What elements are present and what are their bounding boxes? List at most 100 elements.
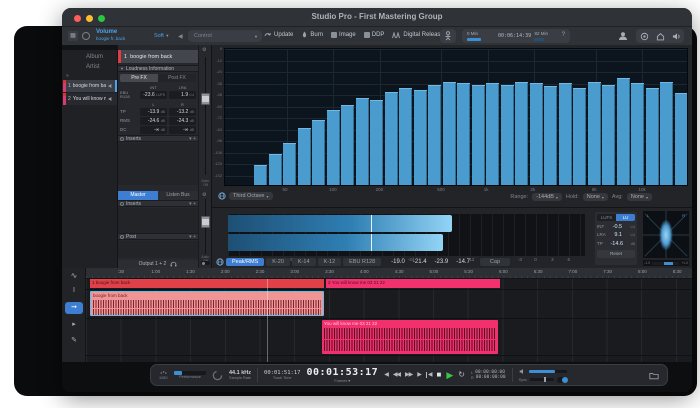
tab-pre-fx[interactable]: Pre FX [120,74,158,82]
time-ruler[interactable]: :301:001:302:002:303:003:304:004:305:005… [86,268,692,279]
gear-icon[interactable]: ⚙ [202,192,206,198]
autoscroll-button[interactable]: ➞ [65,302,83,314]
previous-button[interactable]: ◀ [384,372,388,378]
tab-k14[interactable]: K-14 [292,258,316,266]
int-column-label: INT [140,85,167,90]
tab-peak-rms[interactable]: Peak/RMS [226,258,264,266]
master-inserts-empty[interactable] [118,208,198,233]
song-marker-1[interactable]: 1 boogie from back [90,279,324,288]
cursor-tool[interactable]: ▸ [62,320,86,328]
home-icon[interactable] [656,32,665,41]
spectrum-bar [588,82,601,186]
stop-button[interactable]: ■ [437,371,442,379]
inspector-track-header[interactable]: 1 boogie from back [118,50,198,63]
sphere-icon[interactable] [640,32,649,41]
spectrum-db-tick: -48 [212,92,222,97]
cap-button[interactable]: Cap [480,258,510,266]
tab-k20[interactable]: K-20 [266,258,290,266]
listen-speaker-button[interactable] [440,29,456,43]
tab-ebu-r128[interactable]: EBU R128 [343,258,381,266]
playhead[interactable] [267,279,268,362]
collapse-left-icon[interactable]: ◀ [178,33,183,40]
album-label[interactable]: Album [86,54,103,60]
ruler-tick: 3:30 [325,269,334,274]
hold-dropdown[interactable]: None ▾ [583,193,608,201]
monitor-source-icon[interactable] [218,192,226,200]
update-button[interactable]: Update [264,31,293,39]
volume-fader[interactable] [201,93,210,105]
automation-mode[interactable]: Auto: Off [199,179,212,187]
time-format-dropdown[interactable]: Frames ▾ [306,378,378,383]
channel-mode-select[interactable]: Soft ▼ [154,33,169,39]
user-icon[interactable] [618,31,628,41]
audio-clip-1[interactable]: boogie from back [90,291,324,316]
track-time-display[interactable]: 00:01:51:17 Track Time [264,370,300,380]
monitor-source-icon[interactable] [216,258,224,266]
split-tool[interactable]: I [62,287,86,294]
song-list-item-2[interactable]: 2 You will know me 03 21 22 [63,93,117,105]
spectrum-bar [573,88,586,185]
knob-icon[interactable] [82,32,90,40]
tab-master[interactable]: Master [118,191,158,200]
sample-rate-display[interactable]: 44.1 kHz Sample Rate [229,370,251,380]
loop-button[interactable]: ↻ [458,371,465,379]
channel-subname[interactable]: boogie fr..back [96,36,125,41]
lufs-toggle[interactable]: LUFS [597,214,616,221]
fast-forward-button[interactable]: ▶▶ [405,372,412,378]
remaining-time: 82 Min [534,31,548,36]
volume-slider[interactable] [529,370,567,373]
audio-device-icon[interactable] [672,32,681,41]
mono-toggle[interactable] [201,261,210,265]
spectrum-mode-dropdown[interactable]: Third Octave ▾ [229,192,273,200]
tab-post-fx[interactable]: Post FX [158,74,196,82]
avg-dropdown[interactable]: None ▾ [627,193,652,201]
arrangement-timeline: ∿ I ➞ ▸ ✎ :301:001:302:002:303:003:304:0… [62,268,692,362]
return-to-start-button[interactable]: ◀ [426,372,432,378]
song-marker-2[interactable]: 2 You will know me 03 21 22 [326,279,500,288]
hold-label: Hold: [566,194,579,200]
loop-range-display[interactable]: L00:00:00:00 R00:00:00:00 [471,370,506,380]
performance-indicator[interactable]: Performance [174,371,206,379]
loudness-section-header[interactable]: ▼Loudness Information [118,65,198,72]
help-button[interactable]: ? [562,32,565,38]
tab-listen-bus[interactable]: Listen Bus [158,191,198,200]
pencil-tool[interactable]: ✎ [62,336,86,344]
channel-name[interactable]: Volume [96,29,125,36]
range-dropdown[interactable]: -144dB ▾ [532,193,562,201]
speaker-icon[interactable] [108,96,114,102]
main-time-display[interactable]: 00:01:53:17 Frames ▾ [306,367,378,383]
post-section-header[interactable]: Post ▾ + [118,233,198,240]
rewind-button[interactable]: ◀◀ [393,372,400,378]
sync-toggle[interactable] [557,377,568,383]
sync-slider[interactable] [530,378,554,381]
inserts-section-header[interactable]: Inserts ▾ + [118,135,198,142]
reset-button[interactable]: Reset [597,250,635,258]
image-button[interactable]: Image [331,32,356,38]
master-volume-fader[interactable] [201,216,210,228]
inserts-empty-area[interactable] [118,143,198,185]
range-tool[interactable]: ∿ [62,271,86,280]
tab-k12[interactable]: K-12 [318,258,342,266]
audio-clip-2[interactable]: You will know me 03 21 22 [322,320,498,354]
output-row[interactable]: Output 1 + 2 [118,260,198,268]
meter-value-3: -23.9 [435,259,449,265]
post-empty-area[interactable] [118,241,198,258]
control-link-dropdown[interactable]: Control ▼ [188,30,262,42]
master-inserts-header[interactable]: Inserts ▾ + [118,200,198,207]
expander-icon[interactable]: » [66,73,69,79]
next-button[interactable]: ▶ [417,372,421,378]
remaining-progress-bar [534,38,544,41]
artist-label[interactable]: Artist [86,64,100,70]
burn-icon [301,31,308,39]
dc-row: DC -∞ dB -∞ dB [120,126,196,134]
burn-button[interactable]: Burn [301,31,323,39]
speaker-icon[interactable] [108,83,114,89]
ddp-button[interactable]: DDP [364,32,385,38]
song-list-item-1[interactable]: 1 boogie from back [63,80,117,92]
play-button[interactable]: ▶ [446,371,453,380]
folder-icon[interactable] [649,371,659,380]
digital-release-button[interactable]: Digital Release [392,32,443,39]
editor-toggle-icon[interactable]: ▦ [68,31,78,41]
gear-icon[interactable]: ⚙ [202,47,206,53]
lu-toggle[interactable]: LU [616,214,635,221]
